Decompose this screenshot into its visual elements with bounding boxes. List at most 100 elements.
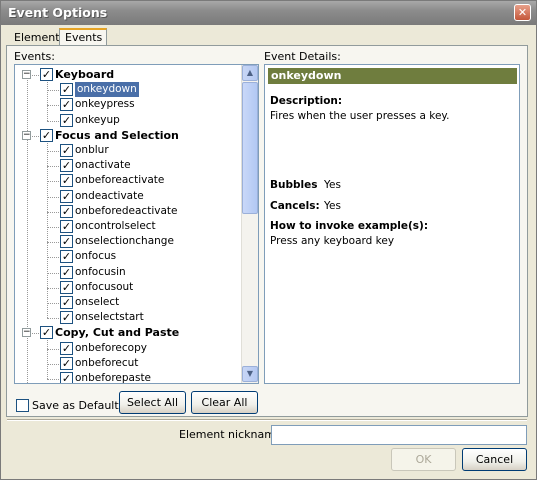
item-label: onbeforecopy [75,341,147,354]
item-checkbox[interactable]: ✓ [60,113,73,127]
tree-connector [47,105,59,107]
event-details-label: Event Details: [264,50,341,63]
tree-connector [47,82,48,121]
event-options-window: Event Options ✕ Element Events Events: E… [0,0,537,480]
item-checkbox[interactable]: ✓ [60,83,73,97]
bubbles-value: Yes [324,179,341,191]
tree-item[interactable]: ✓ onselectstart [15,310,240,325]
item-label: onblur [75,144,109,156]
tree-item[interactable]: ✓ ondeactivate [15,189,240,204]
tree-item[interactable]: ✓ onbeforecut [15,356,240,371]
item-label: onselect [75,296,120,308]
tree-item[interactable]: ✓ onactivate [15,158,240,173]
tree-group[interactable]: ✓ Keyboard [15,67,240,82]
tree-connector [47,120,59,122]
tree-item[interactable]: ✓ onbeforecopy [15,341,240,356]
item-checkbox[interactable]: ✓ [60,220,73,233]
item-checkbox[interactable]: ✓ [60,98,73,112]
item-checkbox[interactable]: ✓ [60,235,73,249]
item-checkbox[interactable]: ✓ [60,356,73,370]
item-checkbox[interactable]: ✓ [60,296,73,309]
tree-connector [47,142,48,319]
tree-item[interactable]: ✓ onblur [15,143,240,158]
tree-connector [47,287,59,289]
item-label: onfocusout [75,280,134,293]
scroll-up-icon[interactable]: ▲ [242,65,258,81]
item-checkbox[interactable]: ✓ [60,250,73,264]
tab-events[interactable]: Events [59,28,107,46]
tree-item[interactable]: ✓ oncontrolselect [15,219,240,234]
group-checkbox[interactable]: ✓ [40,68,53,81]
item-label: onactivate [75,159,131,172]
tree-item[interactable]: ✓ onbeforeactivate [15,173,240,188]
tree-connector [47,181,59,183]
scroll-thumb[interactable] [242,82,258,214]
tree-item[interactable]: ✓ onselect [15,295,240,310]
item-label: onselectionchange [75,235,174,248]
tree-connector [47,348,59,350]
howto-text: Press any keyboard key [270,235,395,247]
tree-connector [47,303,59,304]
item-label: onbeforedeactivate [75,204,178,217]
item-checkbox[interactable]: ✓ [60,311,73,325]
item-checkbox[interactable]: ✓ [60,341,73,355]
title-bar[interactable]: Event Options ✕ [1,1,536,25]
item-checkbox[interactable]: ✓ [60,265,73,279]
item-checkbox[interactable]: ✓ [60,174,73,188]
tree-item[interactable]: ✓ onselectionchange [15,234,240,249]
tree-connector [47,166,59,168]
tree-item[interactable]: ✓ onfocus [15,249,240,264]
cancel-button[interactable]: Cancel [462,448,527,471]
nickname-label: Element nickname: [179,428,286,441]
tree-item[interactable]: ✓ onkeypress [15,97,240,112]
tree-connector [47,227,59,228]
select-all-button[interactable]: Select All [119,391,186,414]
events-tree[interactable]: − ✓ Keyboard ✓ onkeydown ✓ onkeypress ✓ onkeyup −… [14,64,259,384]
group-label: Focus and Selection [55,128,179,142]
tree-connector [47,211,59,213]
tree-item[interactable]: ✓ onkeydown [15,82,240,98]
scroll-down-icon[interactable]: ▼ [242,366,258,382]
tree-group[interactable]: ✓ Focus and Selection [15,128,240,143]
tab-element[interactable]: Element [9,30,60,46]
close-icon[interactable]: ✕ [514,4,531,21]
item-label: onkeypress [75,98,135,111]
item-label: onbeforecut [75,356,139,369]
tree-connector [47,340,48,379]
ok-button[interactable]: OK [391,448,456,471]
tree-item[interactable]: ✓ onkeyup [15,113,240,128]
item-checkbox[interactable]: ✓ [60,189,73,203]
howto-label: How to invoke example(s): [270,220,429,232]
tree-item[interactable]: ✓ onfocusin [15,265,240,280]
item-checkbox[interactable]: ✓ [60,144,73,157]
item-label: onfocusin [75,265,126,278]
item-label: onbeforeactivate [75,174,165,187]
tree-connector [47,363,59,365]
tree-connector [47,151,59,152]
group-checkbox[interactable]: ✓ [40,326,53,340]
description-text: Fires when the user presses a key. [270,110,450,122]
item-checkbox[interactable]: ✓ [60,280,73,294]
tree-group[interactable]: ✓ Copy, Cut and Paste [15,325,240,340]
item-checkbox[interactable]: ✓ [60,204,73,218]
description-label: Description: [270,95,343,107]
item-checkbox[interactable]: ✓ [60,372,73,383]
nickname-input[interactable] [271,425,527,445]
tree-connector [47,318,59,320]
cancels-label: Cancels: [270,200,320,212]
clear-all-button[interactable]: Clear All [191,391,258,414]
item-label: onselectstart [75,311,144,324]
tree-connector [47,379,59,380]
tree-connector [47,90,59,92]
group-label: Copy, Cut and Paste [55,326,180,340]
item-checkbox[interactable]: ✓ [60,159,73,173]
tree-scrollbar[interactable]: ▲ ▼ [241,65,258,383]
item-label: oncontrolselect [75,220,156,232]
tree-item[interactable]: ✓ onfocusout [15,280,240,295]
event-name-header: onkeydown [268,68,517,84]
save-as-default-checkbox[interactable] [16,399,29,412]
event-details-panel: onkeydown Description: Fires when the us… [264,64,520,384]
tree-item[interactable]: ✓ onbeforepaste [15,371,240,383]
group-checkbox[interactable]: ✓ [40,128,53,142]
tree-item[interactable]: ✓ onbeforedeactivate [15,204,240,219]
